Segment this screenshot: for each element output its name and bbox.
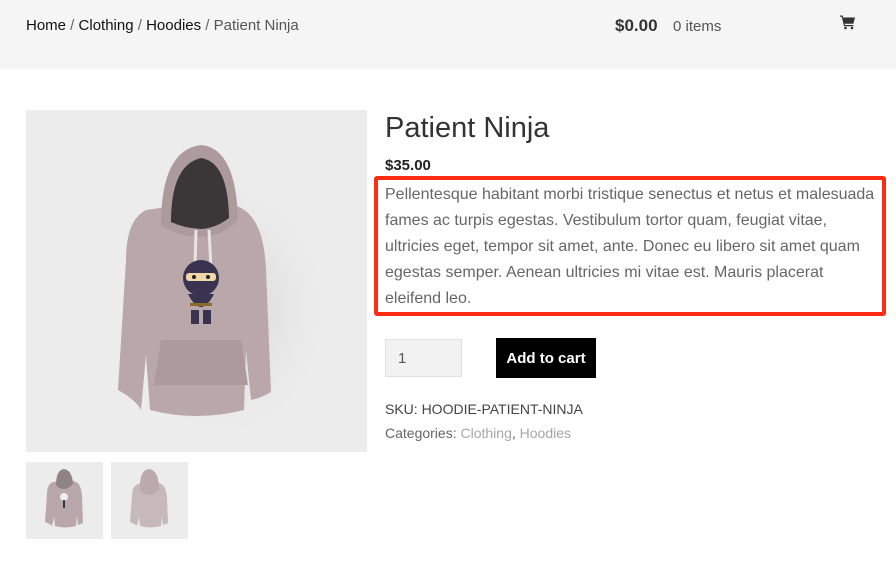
shopping-cart-icon[interactable] [840, 14, 856, 30]
breadcrumb-separator: / [66, 17, 79, 34]
product-categories: Categories: Clothing, Hoodies [385, 425, 571, 441]
breadcrumb: Home / Clothing / Hoodies / Patient Ninj… [26, 17, 299, 34]
product-title: Patient Ninja [385, 112, 550, 144]
product-price: $35.00 [385, 157, 431, 174]
quantity-input[interactable] [385, 339, 462, 377]
add-to-cart-button[interactable]: Add to cart [496, 338, 596, 378]
breadcrumb-separator: / [133, 17, 147, 34]
cart-item-count[interactable]: 0 items [673, 18, 721, 35]
hoodie-back-thumbnail-image [130, 469, 168, 528]
product-main-image[interactable] [26, 110, 367, 452]
categories-label: Categories: [385, 425, 461, 441]
product-thumbnail-back[interactable] [111, 462, 188, 539]
hoodie-image [116, 145, 336, 450]
category-link-hoodies[interactable]: Hoodies [520, 425, 571, 441]
cart-total[interactable]: $0.00 [615, 16, 658, 36]
category-link-clothing[interactable]: Clothing [460, 425, 511, 441]
product-short-description: Pellentesque habitant morbi tristique se… [385, 186, 875, 307]
hoodie-front-thumbnail-image [45, 469, 83, 528]
breadcrumb-current: Patient Ninja [213, 17, 299, 34]
categories-separator: , [511, 425, 520, 441]
breadcrumb-separator: / [201, 17, 214, 34]
product-sku: SKU: HOODIE-PATIENT-NINJA [385, 401, 583, 417]
site-header: Home / Clothing / Hoodies / Patient Ninj… [0, 0, 896, 69]
breadcrumb-hoodies-link[interactable]: Hoodies [146, 17, 201, 34]
product-thumbnail-front[interactable] [26, 462, 103, 539]
breadcrumb-home-link[interactable]: Home [26, 17, 66, 34]
breadcrumb-clothing-link[interactable]: Clothing [79, 17, 134, 34]
